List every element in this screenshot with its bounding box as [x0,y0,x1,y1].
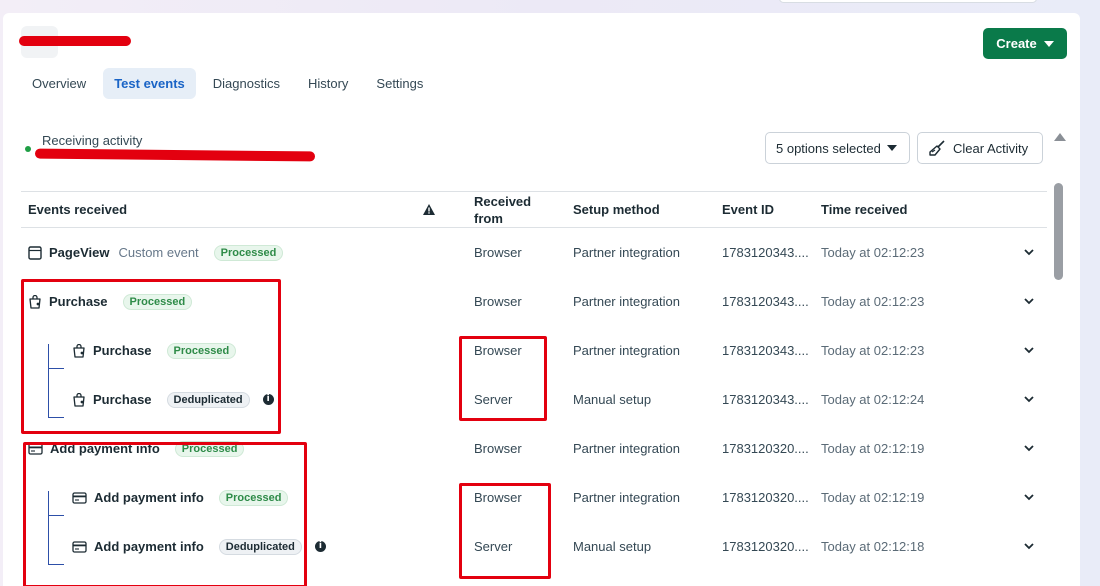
time-received: Today at 02:12:18 [821,539,925,554]
annotation-box [459,483,551,579]
scroll-up-arrow-icon[interactable] [1054,133,1066,141]
tab-overview[interactable]: Overview [21,68,97,99]
setup-method: Partner integration [573,294,680,309]
header-received-from: Received from [474,193,532,226]
time-received: Today at 02:12:19 [821,490,925,505]
redaction-mark [19,36,131,46]
event-id: 1783120320.... [722,490,809,505]
time-received: Today at 02:12:23 [821,294,925,309]
event-filter-select[interactable]: 5 options selected [765,132,910,164]
annotation-box [23,442,307,586]
tab-settings[interactable]: Settings [365,68,434,99]
tab-history[interactable]: History [297,68,359,99]
create-button[interactable]: Create [983,28,1067,59]
header-time-received: Time received [821,202,908,217]
time-received: Today at 02:12:23 [821,245,925,260]
broom-icon [928,140,946,156]
status-dot-icon [25,146,31,152]
table-row[interactable]: PageView Custom event Processed Browser … [21,228,1047,277]
event-subtype: Custom event [118,245,199,260]
chevron-down-icon[interactable] [1024,473,1034,522]
info-icon[interactable]: i [314,541,326,552]
received-from: Browser [474,294,522,309]
activity-label: Receiving activity [42,133,143,148]
header-setup-method: Setup method [573,202,660,217]
header-event-id: Event ID [722,202,775,217]
annotation-box [21,279,281,434]
setup-method: Manual setup [573,392,652,407]
time-received: Today at 02:12:19 [821,441,925,456]
setup-method: Manual setup [573,539,652,554]
warning-icon [423,192,435,227]
redaction-mark [34,148,316,162]
time-received: Today at 02:12:23 [821,343,925,358]
event-id: 1783120343.... [722,245,809,260]
caret-down-icon [1043,40,1054,47]
event-cell: PageView Custom event Processed [28,228,284,277]
time-received: Today at 02:12:24 [821,392,925,407]
annotation-box [459,336,547,421]
caret-down-icon [887,145,897,151]
tab-diagnostics[interactable]: Diagnostics [202,68,291,99]
setup-method: Partner integration [573,441,680,456]
tab-test-events[interactable]: Test events [103,68,196,99]
event-id: 1783120343.... [722,392,809,407]
clear-activity-button[interactable]: Clear Activity [917,132,1043,164]
setup-method: Partner integration [573,245,680,260]
scrollbar[interactable] [1050,127,1066,586]
setup-method: Partner integration [573,490,680,505]
chevron-down-icon[interactable] [1024,277,1034,326]
clear-activity-label: Clear Activity [953,140,1029,156]
event-name: PageView [49,245,110,260]
chevron-down-icon[interactable] [1024,326,1034,375]
event-id: 1783120320.... [722,539,809,554]
scroll-thumb[interactable] [1054,183,1063,280]
event-id: 1783120343.... [722,343,809,358]
table-header: Events received Received from Setup meth… [21,191,1047,228]
chevron-down-icon[interactable] [1024,228,1034,277]
event-id: 1783120320.... [722,441,809,456]
chevron-down-icon[interactable] [1024,522,1034,571]
header-events: Events received [28,202,128,217]
chevron-down-icon[interactable] [1024,424,1034,473]
status-badge: Processed [213,244,284,261]
event-id: 1783120343.... [722,294,809,309]
pixel-panel: Create Overview Test events Diagnostics … [3,13,1080,586]
received-from: Browser [474,245,522,260]
top-search-field[interactable] [779,0,1037,3]
tab-bar: Overview Test events Diagnostics History… [21,68,434,99]
page-icon [28,245,42,260]
event-filter-value: 5 options selected [776,140,881,156]
chevron-down-icon[interactable] [1024,375,1034,424]
received-from: Browser [474,441,522,456]
setup-method: Partner integration [573,343,680,358]
create-button-label: Create [996,36,1037,51]
